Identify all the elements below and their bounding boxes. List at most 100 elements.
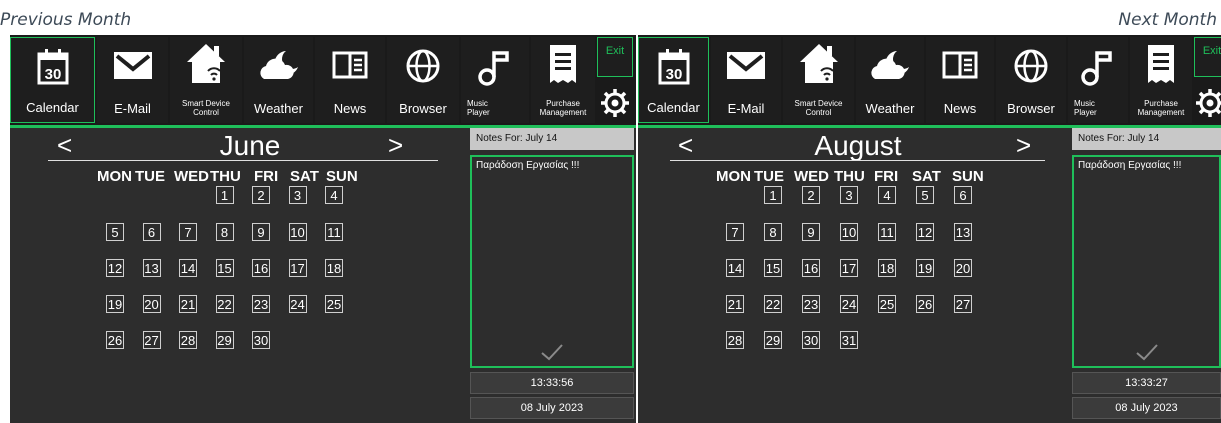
purchase-management-tab[interactable]: Purchase Management: [531, 37, 595, 123]
next-month-arrow[interactable]: >: [388, 131, 403, 159]
notes-textarea[interactable]: Παράδοση Εργασίας !!!: [1072, 155, 1221, 368]
music-player-label: Music Player: [461, 99, 529, 117]
day-cell[interactable]: 25: [325, 295, 343, 313]
weekday-tue: TUE: [135, 168, 165, 185]
day-cell[interactable]: 25: [878, 295, 896, 313]
day-cell[interactable]: 15: [215, 259, 234, 277]
day-cell[interactable]: 31: [840, 331, 858, 349]
smart-device-label-line2: Control: [193, 108, 219, 117]
day-cell[interactable]: 19: [106, 295, 124, 313]
prev-month-arrow[interactable]: <: [678, 131, 693, 159]
day-cell[interactable]: 18: [878, 259, 896, 277]
day-cell[interactable]: 7: [179, 223, 197, 241]
day-cell[interactable]: 6: [142, 223, 161, 241]
day-cell[interactable]: 8: [764, 223, 782, 241]
browser-label: Browser: [399, 101, 447, 116]
day-cell[interactable]: 16: [802, 259, 820, 277]
day-cell[interactable]: 28: [726, 331, 744, 349]
day-cell[interactable]: 15: [764, 259, 782, 277]
gear-icon[interactable]: [1192, 85, 1221, 121]
email-tab[interactable]: E-Mail: [711, 37, 781, 123]
day-cell[interactable]: 12: [106, 259, 124, 277]
day-cell[interactable]: 10: [288, 223, 307, 241]
day-cell[interactable]: 20: [954, 259, 972, 277]
day-cell[interactable]: 24: [288, 295, 307, 313]
notes-textarea[interactable]: Παράδοση Εργασίας !!!: [470, 155, 634, 368]
day-cell[interactable]: 11: [878, 223, 896, 241]
day-cell[interactable]: 16: [252, 259, 270, 277]
exit-button[interactable]: Exit: [597, 37, 633, 77]
day-cell[interactable]: 4: [878, 186, 896, 204]
day-cell[interactable]: 14: [179, 259, 197, 277]
news-tab[interactable]: News: [926, 37, 994, 123]
day-cell[interactable]: 13: [142, 259, 161, 277]
day-cell[interactable]: 23: [252, 295, 270, 313]
weather-tab[interactable]: Weather: [244, 37, 313, 123]
next-month-arrow[interactable]: >: [1016, 131, 1031, 159]
day-cell[interactable]: 13: [954, 223, 972, 241]
gear-icon[interactable]: [597, 85, 633, 121]
smart-device-tab[interactable]: Smart Device Control: [170, 37, 242, 123]
day-cell[interactable]: 20: [142, 295, 161, 313]
checkmark-icon[interactable]: [540, 342, 564, 362]
smart-device-tab[interactable]: Smart Device Control: [783, 37, 854, 123]
day-cell[interactable]: 5: [916, 186, 934, 204]
weather-label: Weather: [865, 101, 915, 116]
day-cell[interactable]: 30: [802, 331, 820, 349]
day-cell[interactable]: 9: [252, 223, 270, 241]
day-cell[interactable]: 19: [916, 259, 934, 277]
calendar-tab[interactable]: 30 Calendar: [638, 37, 709, 123]
day-cell[interactable]: 8: [215, 223, 234, 241]
day-cell[interactable]: 1: [215, 186, 234, 204]
exit-button[interactable]: Exit: [1194, 37, 1221, 77]
day-cell[interactable]: 6: [954, 186, 972, 204]
music-player-tab[interactable]: Music Player: [1068, 37, 1128, 123]
weekday-mon: MON: [716, 168, 751, 185]
previous-month-caption: Previous Month: [0, 10, 132, 30]
day-cell[interactable]: 29: [764, 331, 782, 349]
email-tab[interactable]: E-Mail: [97, 37, 168, 123]
calendar-tab[interactable]: 30 Calendar: [10, 37, 95, 123]
weather-tab[interactable]: Weather: [856, 37, 924, 123]
day-cell[interactable]: 24: [840, 295, 858, 313]
day-cell[interactable]: 5: [106, 223, 124, 241]
checkmark-icon[interactable]: [1135, 342, 1159, 362]
day-cell[interactable]: 4: [325, 186, 343, 204]
day-cell[interactable]: 7: [726, 223, 744, 241]
day-cell[interactable]: 3: [840, 186, 858, 204]
browser-tab[interactable]: Browser: [387, 37, 459, 123]
day-cell[interactable]: 22: [764, 295, 782, 313]
month-title: August: [814, 130, 902, 161]
day-cell[interactable]: 2: [252, 186, 270, 204]
prev-month-arrow[interactable]: <: [57, 131, 72, 159]
email-label: E-Mail: [727, 101, 765, 116]
weekday-fri: FRI: [254, 168, 279, 185]
day-cell[interactable]: 26: [106, 331, 124, 349]
day-cell[interactable]: 26: [916, 295, 934, 313]
day-cell[interactable]: 17: [288, 259, 307, 277]
day-cell[interactable]: 11: [325, 223, 343, 241]
day-cell[interactable]: 23: [802, 295, 820, 313]
day-cell[interactable]: 29: [215, 331, 234, 349]
day-cell[interactable]: 12: [916, 223, 934, 241]
day-cell[interactable]: 3: [288, 186, 307, 204]
day-cell[interactable]: 22: [215, 295, 234, 313]
browser-tab[interactable]: Browser: [996, 37, 1066, 123]
day-cell[interactable]: 18: [325, 259, 343, 277]
day-cell[interactable]: 9: [802, 223, 820, 241]
purchase-management-tab[interactable]: Purchase Management: [1130, 37, 1192, 123]
day-cell[interactable]: 30: [252, 331, 270, 349]
weekday-mon: MON: [97, 168, 132, 185]
day-cell[interactable]: 27: [954, 295, 972, 313]
day-cell[interactable]: 2: [802, 186, 820, 204]
day-cell[interactable]: 27: [142, 331, 161, 349]
day-cell[interactable]: 21: [726, 295, 744, 313]
day-cell[interactable]: 28: [179, 331, 197, 349]
day-cell[interactable]: 21: [179, 295, 197, 313]
music-player-tab[interactable]: Music Player: [461, 37, 529, 123]
day-cell[interactable]: 14: [726, 259, 744, 277]
day-cell[interactable]: 1: [764, 186, 782, 204]
day-cell[interactable]: 10: [840, 223, 858, 241]
day-cell[interactable]: 17: [840, 259, 858, 277]
news-tab[interactable]: News: [315, 37, 385, 123]
